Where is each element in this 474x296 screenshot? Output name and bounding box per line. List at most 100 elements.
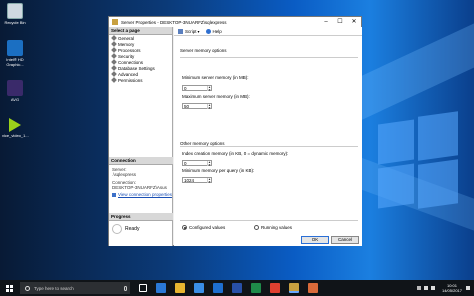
store-icon[interactable] <box>194 283 204 293</box>
avg-icon <box>7 80 23 96</box>
server-memory-options-title: Server memory options <box>180 48 227 53</box>
spinner-arrows-icon[interactable]: ▲ ▼ <box>207 161 211 166</box>
view-connection-properties-link[interactable]: View connection properties <box>109 192 173 197</box>
desktop-icon-label: AVG <box>10 97 20 102</box>
desktop-icon-recycle-bin[interactable]: Recycle Bin <box>2 3 28 25</box>
desktop-icon-label: Recycle Bin <box>4 20 26 25</box>
maximize-button[interactable]: ☐ <box>333 17 347 27</box>
group-divider <box>180 220 358 221</box>
progress-section: Progress Ready <box>109 213 173 237</box>
tray-overflow-icon[interactable] <box>416 286 421 290</box>
min-memory-per-query-value: 1024 <box>184 178 195 183</box>
script-label: Script <box>185 28 197 34</box>
dialog-titlebar[interactable]: Server Properties - DESKTOP-3NUARFZ\sqle… <box>109 17 361 27</box>
running-values-radio[interactable] <box>254 225 259 230</box>
max-server-memory-value: 50 <box>184 104 190 109</box>
index-creation-memory-input[interactable]: 0 ▲ ▼ <box>182 160 212 166</box>
ssms-app-icon <box>112 19 118 25</box>
notifications-icon[interactable] <box>466 286 470 290</box>
word-icon[interactable] <box>232 283 242 293</box>
edge-browser-icon[interactable] <box>156 283 166 293</box>
wrench-icon <box>111 77 117 83</box>
wrench-icon <box>111 71 117 77</box>
help-button[interactable]: Help <box>205 28 222 34</box>
index-creation-memory-value: 0 <box>184 161 187 166</box>
max-server-memory-input[interactable]: 50 ▲ ▼ <box>182 103 212 109</box>
recycle-bin-icon <box>7 3 23 19</box>
minimize-button[interactable]: – <box>319 17 333 27</box>
script-icon <box>178 28 183 34</box>
spinner-arrows-icon[interactable]: ▲ ▼ <box>207 86 211 91</box>
chrome-icon[interactable] <box>270 283 280 293</box>
min-server-memory-value: 0 <box>184 86 187 91</box>
wrench-icon <box>111 65 117 71</box>
help-label: Help <box>212 28 222 34</box>
start-button[interactable] <box>0 280 18 296</box>
chevron-down-icon: ▾ <box>197 28 200 34</box>
min-memory-per-query-label: Minimum memory per query (in KB): <box>182 168 255 173</box>
script-button[interactable]: Script ▾ <box>178 28 200 34</box>
search-placeholder: Type here to search <box>34 285 74 291</box>
page-item-label: Permissions <box>118 77 143 83</box>
desktop-icon-avg[interactable]: AVG <box>2 80 28 102</box>
page-item-label: Memory <box>118 41 135 47</box>
min-memory-per-query-input[interactable]: 1024 ▲ ▼ <box>182 177 212 183</box>
wrench-icon <box>111 47 117 53</box>
group-divider <box>180 146 358 147</box>
windows-start-icon <box>5 284 13 292</box>
configured-values-option[interactable]: Configured values <box>182 225 225 230</box>
taskbar: Type here to search 10:01 14/05/2017 <box>0 280 474 296</box>
ssms-taskbar-icon[interactable] <box>289 283 299 293</box>
progress-spinner-icon <box>112 224 122 234</box>
page-item-label: Processors <box>118 47 141 53</box>
task-view-icon[interactable] <box>139 284 147 292</box>
page-item-permissions[interactable]: Permissions <box>109 77 172 83</box>
taskbar-search-box[interactable]: Type here to search <box>20 282 130 294</box>
search-icon <box>25 285 30 291</box>
dialog-title: Server Properties - DESKTOP-3NUARFZ\sqle… <box>121 19 227 25</box>
dialog-toolbar: Script ▾ Help <box>174 27 362 36</box>
desktop-icon-video[interactable]: vice_video_1... <box>2 118 29 138</box>
volume-icon[interactable] <box>430 286 435 290</box>
taskbar-clock[interactable]: 10:01 14/05/2017 <box>442 283 462 293</box>
page-item-label: Database Settings <box>118 65 155 71</box>
progress-status: Ready <box>125 226 140 232</box>
network-icon[interactable] <box>423 286 428 290</box>
paint-icon[interactable] <box>308 283 318 293</box>
spinner-arrows-icon[interactable]: ▲ ▼ <box>207 178 211 183</box>
min-server-memory-input[interactable]: 0 ▲ ▼ <box>182 85 212 91</box>
wrench-icon <box>111 35 117 41</box>
server-properties-dialog: Server Properties - DESKTOP-3NUARFZ\sqle… <box>108 16 362 246</box>
spinner-arrows-icon[interactable]: ▲ ▼ <box>207 104 211 109</box>
connection-section: Connection Server: .\sqlexpress Connecti… <box>109 157 173 197</box>
max-server-memory-label: Maximum server memory (in MB): <box>182 94 250 99</box>
properties-icon <box>112 192 116 197</box>
intel-graphics-icon <box>7 40 23 56</box>
cancel-button[interactable]: Cancel <box>331 236 359 244</box>
internet-explorer-icon[interactable] <box>213 283 223 293</box>
min-server-memory-label: Minimum server memory (in MB): <box>182 75 249 80</box>
select-page-header: Select a page <box>109 27 172 35</box>
desktop-icon-label: vice_video_1... <box>2 133 29 138</box>
index-creation-memory-label: Index creation memory (in KB, 0 = dynami… <box>182 151 289 156</box>
configured-values-radio[interactable] <box>182 225 187 230</box>
left-pane: Select a page General Memory Processors … <box>109 27 173 246</box>
progress-header: Progress <box>109 213 173 221</box>
wrench-icon <box>111 41 117 47</box>
desktop-icon-intel-graphics[interactable]: Intel® HD Graphic... <box>2 40 28 67</box>
excel-icon[interactable] <box>251 283 261 293</box>
desktop-icon-label: Intel® HD Graphic... <box>6 57 24 67</box>
microphone-icon[interactable] <box>124 285 127 291</box>
page-item-label: Advanced <box>118 71 139 77</box>
system-tray: 10:01 14/05/2017 <box>416 283 474 293</box>
ok-button[interactable]: OK <box>301 236 329 244</box>
close-button[interactable]: ✕ <box>347 17 361 27</box>
configured-values-label: Configured values <box>189 225 226 230</box>
page-item-label: Connections <box>118 59 144 65</box>
memory-page: Script ▾ Help Server memory options Mini… <box>174 27 362 246</box>
file-explorer-icon[interactable] <box>175 283 185 293</box>
running-values-option[interactable]: Running values <box>254 225 292 230</box>
wallpaper-windows-logo <box>378 110 458 220</box>
video-file-icon <box>9 118 21 132</box>
page-item-label: General <box>118 35 135 41</box>
